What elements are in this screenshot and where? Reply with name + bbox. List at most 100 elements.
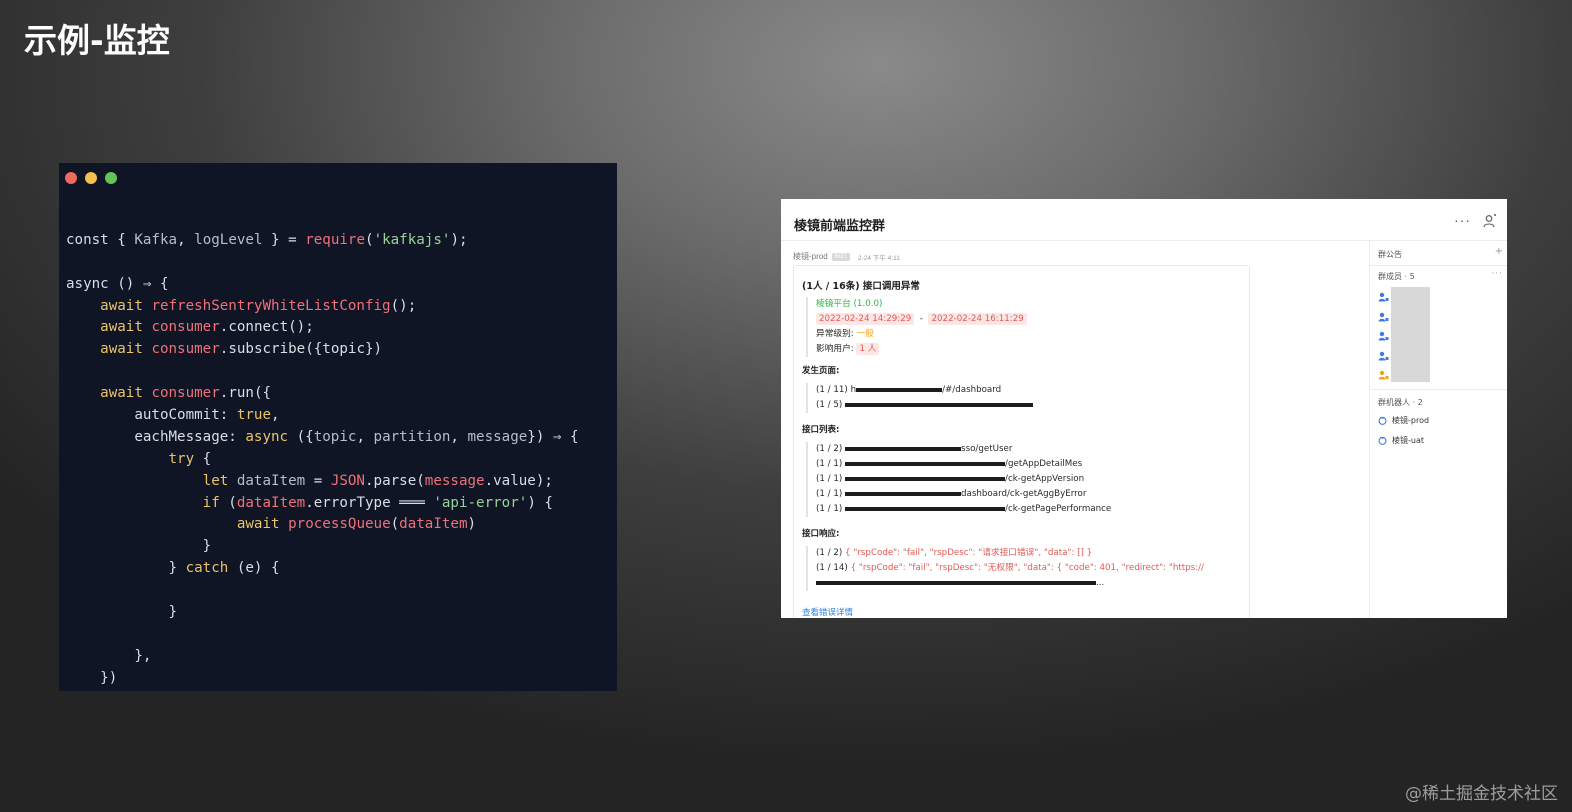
api-count: (1 / 1) <box>816 474 846 484</box>
users-row: 影响用户: 1 人 <box>816 342 1236 357</box>
api-path: dashboard/ck-getAggByError <box>961 489 1087 499</box>
code-token: .subscribe({topic}) <box>219 341 383 358</box>
view-error-details-link[interactable]: 查看错误详情 <box>802 606 853 618</box>
bot-item[interactable]: 棱镜-prod <box>1378 415 1429 426</box>
sender-name[interactable]: 棱镜-prod <box>793 251 828 262</box>
code-token: consumer <box>151 319 220 336</box>
code-line: }) <box>66 668 579 690</box>
redacted-url <box>845 476 1006 481</box>
response-row: (1 / 2) { "rspCode": "fail", "rspDesc": … <box>816 546 1246 561</box>
member-avatar-icon[interactable] <box>1378 351 1389 361</box>
bot-name: 棱镜-prod <box>1392 416 1430 425</box>
code-token: , <box>271 407 280 424</box>
chat-window: 棱镜前端监控群 ··· 棱镜-prod BOT 2-24 下午 4:11 (1人… <box>781 199 1507 618</box>
code-token: async <box>245 428 289 445</box>
code-token: }) <box>66 669 118 686</box>
code-line: try { <box>66 449 579 471</box>
code-token: { <box>194 450 212 467</box>
member-avatar-icon[interactable] <box>1378 331 1389 341</box>
code-token: }) ⇒ { <box>527 428 579 445</box>
code-token: consumer <box>151 341 220 358</box>
code-token: 'kafkajs' <box>373 231 451 248</box>
code-block: const { Kafka, logLevel } = require('kaf… <box>66 208 579 691</box>
code-token: require <box>305 231 366 248</box>
members-more-icon[interactable]: ··· <box>1491 269 1503 279</box>
sender-time: 2-24 下午 4:11 <box>858 254 900 262</box>
code-line: } <box>66 536 579 558</box>
member-avatar-icon[interactable] <box>1378 370 1389 380</box>
group-side-panel: 群公告 + 群成员 · 5 ··· 群机器人 · 2 棱镜-prod 棱镜-uat <box>1369 241 1507 618</box>
level-row: 异常级别: 一般 <box>816 327 1236 342</box>
code-token: dataItem <box>236 472 306 489</box>
apis-title: 接口列表: <box>802 425 840 435</box>
api-path: /ck-getAppVersion <box>1005 474 1085 484</box>
response-row: (1 / 14) { "rspCode": "fail", "rspDesc":… <box>816 561 1246 576</box>
more-icon[interactable]: ··· <box>1454 212 1471 228</box>
responses-title: 接口响应: <box>802 529 840 539</box>
close-window-dot[interactable] <box>65 172 77 184</box>
response-ellipsis: ... <box>1096 578 1105 588</box>
api-path: /ck-getPagePerformance <box>1005 504 1112 514</box>
code-token: ( <box>365 231 374 248</box>
code-token: logLevel <box>194 231 263 248</box>
code-token: .connect(); <box>219 319 314 336</box>
code-line: let dataItem = JSON.parse(message.value)… <box>66 471 579 493</box>
code-token: ) { <box>527 494 553 511</box>
code-line: await consumer.connect(); <box>66 317 579 339</box>
code-token: let <box>202 472 229 489</box>
code-token: partition <box>373 428 451 445</box>
member-names-redacted <box>1391 287 1430 382</box>
redacted-url <box>845 446 962 451</box>
pages-title: 发生页面: <box>802 366 840 376</box>
code-token: JSON <box>330 472 365 489</box>
api-row: (1 / 1) dashboard/ck-getAggByError <box>816 487 1236 502</box>
minimize-window-dot[interactable] <box>85 172 97 184</box>
response-redacted-row: ... <box>816 576 1246 591</box>
member-avatar-icon[interactable] <box>1378 292 1389 302</box>
code-token: , <box>177 231 195 248</box>
code-token: ); <box>450 231 468 248</box>
code-line: await processQueue(dataItem) <box>66 514 579 536</box>
code-line: const { Kafka, logLevel } = require('kaf… <box>66 230 579 252</box>
code-token: }, <box>66 647 152 664</box>
api-path: sso/getUser <box>961 444 1013 454</box>
code-line: }, <box>66 646 579 668</box>
code-line: if (dataItem.errorType ═══ 'api-error') … <box>66 493 579 515</box>
summary-block: 棱镜平台 (1.0.0) 2022-02-24 14:29:29 - 2022-… <box>806 297 1236 357</box>
api-row: (1 / 1) /ck-getAppVersion <box>816 472 1236 487</box>
code-line: async () ⇒ { <box>66 274 579 296</box>
code-token: ═══ <box>399 494 425 511</box>
card-title: (1人 / 16条) 接口调用异常 <box>802 281 920 292</box>
api-row: (1 / 2) sso/getUser <box>816 442 1236 457</box>
add-notice-icon[interactable]: + <box>1495 246 1503 257</box>
responses-list: (1 / 2) { "rspCode": "fail", "rspDesc": … <box>806 546 1246 591</box>
code-line: eachMessage: async ({topic, partition, m… <box>66 427 579 449</box>
member-avatar-icon[interactable] <box>1378 312 1389 322</box>
code-token: (e) { <box>228 560 280 577</box>
code-token: autoCommit: <box>66 407 237 424</box>
page-row: (1 / 5) <box>816 398 1236 413</box>
bot-item[interactable]: 棱镜-uat <box>1378 435 1424 446</box>
code-token: } = <box>262 231 306 248</box>
chat-header: 棱镜前端监控群 ··· <box>781 199 1507 241</box>
bot-icon <box>1378 416 1387 425</box>
code-token: if <box>202 494 220 511</box>
level-label: 异常级别: <box>816 329 854 339</box>
member-settings-icon[interactable] <box>1483 214 1497 228</box>
code-token: dataItem <box>399 516 468 533</box>
code-token: async <box>66 275 109 292</box>
watermark: @稀土掘金技术社区 <box>1405 784 1558 804</box>
time-range: 2022-02-24 14:29:29 - 2022-02-24 16:11:2… <box>816 312 1236 327</box>
response-count: (1 / 2) <box>816 548 846 558</box>
pages-list: (1 / 11) h/#/dashboard (1 / 5) <box>806 383 1236 413</box>
code-token: true <box>236 407 272 424</box>
maximize-window-dot[interactable] <box>105 172 117 184</box>
